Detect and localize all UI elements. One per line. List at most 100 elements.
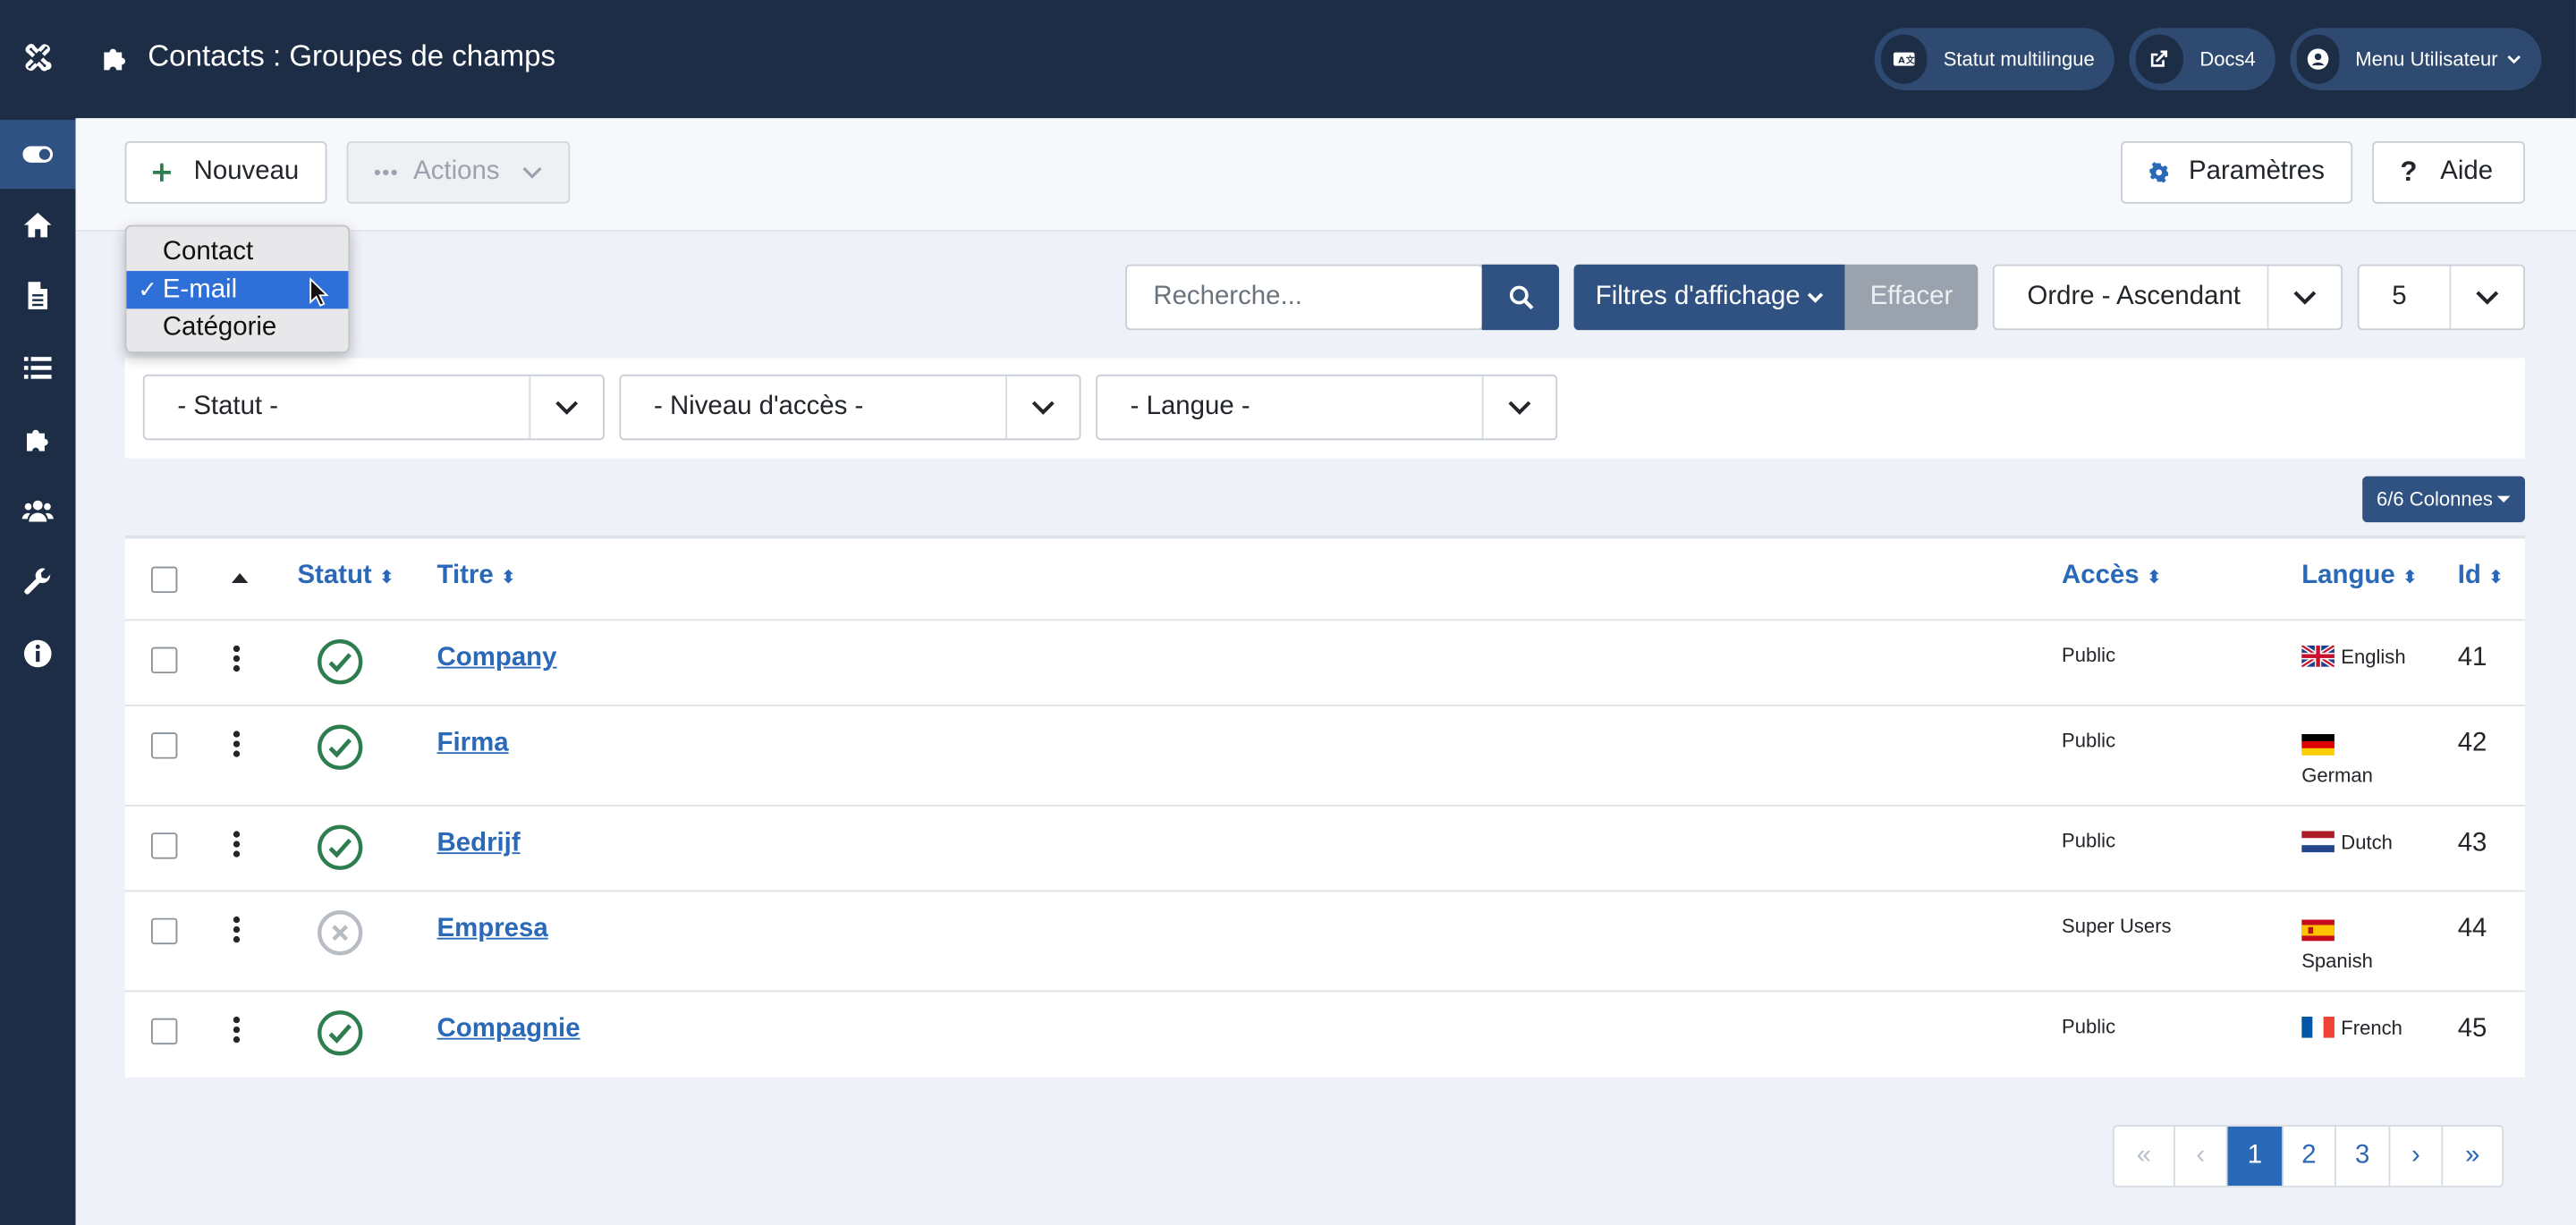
options-button[interactable]: Paramètres (2121, 140, 2353, 204)
header-label: Accès (2062, 562, 2140, 590)
row-checkbox[interactable] (150, 646, 178, 674)
column-header-access[interactable]: Accès ⬍ (2062, 562, 2162, 591)
column-header-language[interactable]: Langue ⬍ (2301, 562, 2418, 591)
access-filter-select[interactable]: - Niveau d'accès - (619, 374, 1081, 441)
select-all-checkbox[interactable] (150, 566, 178, 594)
user-circle-icon (2296, 34, 2339, 84)
language-filter-select[interactable]: - Langue - (1096, 374, 1558, 441)
item-title-link[interactable]: Empresa (437, 915, 548, 944)
language-label: Dutch (2341, 831, 2393, 855)
home-icon[interactable] (0, 190, 75, 259)
language-cell: German (2301, 731, 2373, 790)
sort-icon: ⬍ (2487, 568, 2504, 588)
page-link-1[interactable]: 1 (2227, 1126, 2284, 1187)
status-filter-select[interactable]: - Statut - (142, 374, 605, 441)
columns-button[interactable]: 6/6 Colonnes (2362, 476, 2526, 523)
published-status-icon[interactable] (317, 1010, 363, 1056)
search-button[interactable] (1481, 264, 1560, 331)
published-status-icon[interactable] (317, 638, 363, 685)
new-button[interactable]: Nouveau (124, 140, 327, 204)
drag-handle-icon[interactable] (233, 1016, 241, 1046)
flag-gb-icon (2301, 645, 2334, 667)
table-row: Empresa Super Users Spanish 44 (124, 890, 2526, 992)
filter-options-button[interactable]: Filtres d'affichage (1573, 264, 1845, 331)
status-filter-value: - Statut - (177, 392, 279, 421)
header: Contacts : Groupes de champs A文 Statut m… (75, 0, 2576, 119)
table-row: Compagnie Public French 45 (124, 990, 2526, 1079)
toggle-menu-icon[interactable] (0, 120, 76, 190)
page-link-2[interactable]: 2 (2284, 1126, 2336, 1187)
docs-button[interactable]: Docs4 (2129, 28, 2275, 91)
context-select-dropdown[interactable]: Contact ✓ E-mail Catégorie (124, 224, 351, 353)
row-checkbox[interactable] (150, 1018, 178, 1045)
pagination: « ‹ 1 2 3 › » (2112, 1125, 2504, 1187)
chevron-down-icon (1481, 376, 1556, 439)
item-title-link[interactable]: Compagnie (437, 1015, 580, 1044)
item-id: 43 (2457, 829, 2487, 858)
first-page-icon[interactable]: « (2114, 1126, 2175, 1187)
item-id: 44 (2457, 915, 2487, 943)
search-placeholder: Recherche... (1153, 282, 1302, 311)
ordering-select[interactable]: Ordre - Ascendant (1992, 264, 2343, 331)
chevron-down-icon (2508, 55, 2521, 64)
sort-ordering-icon[interactable] (231, 571, 249, 584)
item-title-link[interactable]: Firma (437, 729, 509, 758)
language-label: English (2341, 645, 2406, 669)
column-header-status[interactable]: Statut ⬍ (297, 562, 394, 591)
language-label: German (2301, 764, 2373, 787)
item-title-link[interactable]: Company (437, 644, 557, 673)
file-icon[interactable] (0, 261, 75, 330)
search-icon (1509, 285, 1533, 310)
page-link-3[interactable]: 3 (2336, 1126, 2391, 1187)
wrench-icon[interactable] (0, 548, 75, 617)
published-status-icon[interactable] (317, 824, 363, 870)
column-header-id[interactable]: Id ⬍ (2458, 562, 2504, 591)
chevron-down-icon (1005, 376, 1080, 439)
chevron-down-icon (522, 167, 542, 179)
unpublished-status-icon[interactable] (317, 910, 363, 956)
previous-page-icon[interactable]: ‹ (2175, 1126, 2228, 1187)
drag-handle-icon[interactable] (233, 916, 241, 946)
list-limit-value: 5 (2392, 282, 2407, 311)
row-checkbox[interactable] (150, 832, 178, 859)
item-id: 42 (2457, 729, 2487, 757)
info-icon[interactable] (0, 619, 75, 688)
sort-icon: ⬍ (2146, 568, 2162, 588)
last-page-icon[interactable]: » (2443, 1127, 2502, 1186)
help-button[interactable]: ? Aide (2372, 140, 2526, 204)
language-filter-value: - Langue - (1130, 392, 1250, 421)
option-label: Contact (162, 238, 254, 266)
row-checkbox[interactable] (150, 732, 178, 759)
user-menu-button[interactable]: Menu Utilisateur (2290, 28, 2542, 91)
search-input[interactable]: Recherche... (1125, 264, 1484, 331)
published-status-icon[interactable] (317, 724, 363, 770)
users-icon[interactable] (0, 477, 75, 545)
page-title: Contacts : Groupes de champs (148, 39, 556, 72)
context-option-category[interactable]: Catégorie (126, 308, 348, 346)
context-option-email[interactable]: ✓ E-mail (126, 271, 349, 309)
column-header-title[interactable]: Titre ⬍ (437, 562, 516, 591)
sidebar (0, 0, 76, 1225)
drag-handle-icon[interactable] (233, 731, 241, 760)
actions-button-label: Actions (413, 157, 500, 186)
context-option-contact[interactable]: Contact (126, 233, 348, 271)
drag-handle-icon[interactable] (233, 831, 241, 860)
item-title-link[interactable]: Bedrijf (437, 830, 521, 859)
list-limit-select[interactable]: 5 (2357, 264, 2526, 331)
actions-button[interactable]: Actions (346, 140, 571, 204)
list-icon[interactable] (0, 334, 75, 402)
drag-handle-icon[interactable] (233, 645, 241, 675)
contacts-fieldgroups-table: Statut ⬍ Titre ⬍ Accès ⬍ Langue ⬍ Id ⬍ C… (124, 535, 2526, 1079)
multilingual-status-button[interactable]: A文 Statut multilingue (1874, 28, 2114, 91)
ordering-value: Ordre - Ascendant (2027, 282, 2241, 311)
gear-icon (2149, 162, 2169, 183)
svg-text:A: A (1898, 55, 1905, 65)
next-page-icon[interactable]: › (2390, 1126, 2444, 1187)
flag-nl-icon (2301, 831, 2334, 853)
puzzle-icon[interactable] (0, 406, 75, 475)
clear-button[interactable]: Effacer (1844, 264, 1979, 331)
row-checkbox[interactable] (150, 917, 178, 945)
language-cell: French (2301, 1016, 2402, 1040)
joomla-logo-icon[interactable] (0, 23, 75, 92)
filter-options-label: Filtres d'affichage (1595, 282, 1801, 311)
